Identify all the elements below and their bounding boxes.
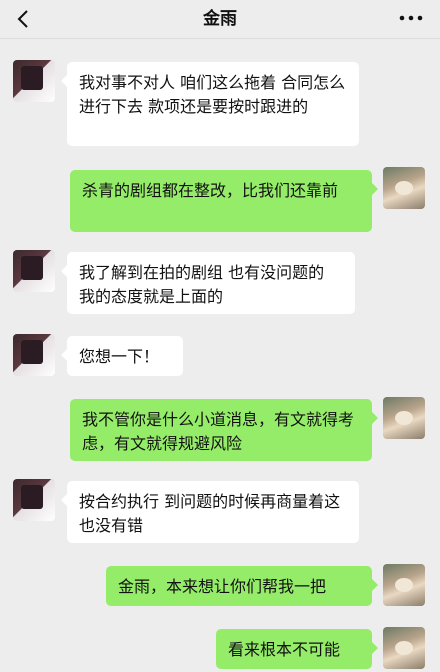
outgoing-message-bubble[interactable]: 杀青的剧组都在整改，比我们还靠前 [70,170,378,232]
outgoing-message-bubble[interactable]: 金雨，本来想让你们帮我一把 [106,566,378,606]
my-avatar[interactable] [383,564,425,606]
incoming-message-bubble[interactable]: 我对事不对人 咱们这么拖着 合同怎么进行下去 款项还是要按时跟进的 [61,62,359,146]
my-avatar[interactable] [383,627,425,669]
more-dots-icon[interactable] [398,8,424,28]
incoming-message-bubble[interactable]: 按合约执行 到问题的时候再商量着这也没有错 [61,481,359,543]
contact-avatar[interactable] [13,250,55,292]
contact-avatar[interactable] [13,60,55,102]
message-list[interactable]: 我对事不对人 咱们这么拖着 合同怎么进行下去 款项还是要按时跟进的 杀青的剧组都… [0,38,440,672]
contact-avatar[interactable] [13,334,55,376]
top-bar: 金雨 [0,0,440,39]
incoming-message-bubble[interactable]: 您想一下！ [61,336,183,376]
outgoing-message-bubble[interactable]: 我不管你是什么小道消息，有文就得考虑，有文就得规避风险 [70,399,378,461]
my-avatar[interactable] [383,167,425,209]
my-avatar[interactable] [383,397,425,439]
outgoing-message-bubble[interactable]: 看来根本不可能 [216,629,378,669]
chat-title: 金雨 [203,9,237,29]
contact-avatar[interactable] [13,479,55,521]
incoming-message-bubble[interactable]: 我了解到在拍的剧组 也有没问题的 我的态度就是上面的 [61,252,355,314]
